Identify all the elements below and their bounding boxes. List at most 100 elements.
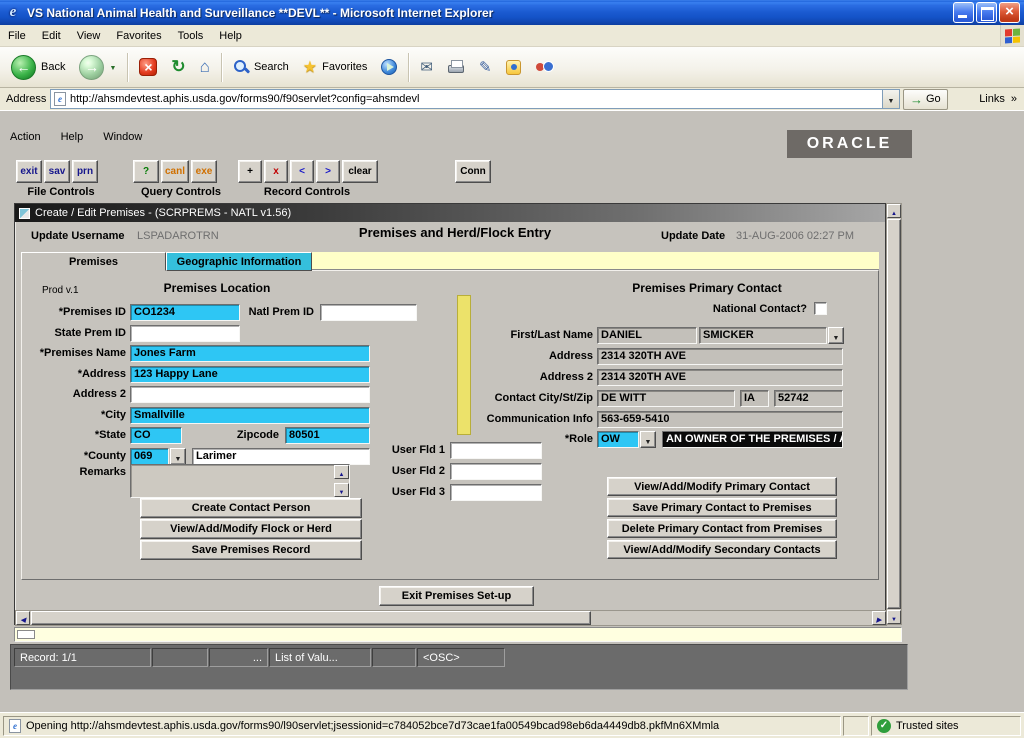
tab-geographic-information[interactable]: Geographic Information: [166, 252, 312, 271]
create-contact-person-button[interactable]: Create Contact Person: [140, 498, 362, 518]
scroll-right-button[interactable]: [872, 611, 886, 625]
scroll-up-button[interactable]: [334, 465, 349, 479]
exit-premises-setup-button[interactable]: Exit Premises Set-up: [379, 586, 534, 606]
user-fld-2-field[interactable]: [450, 463, 542, 480]
view-add-modify-primary-contact-button[interactable]: View/Add/Modify Primary Contact: [607, 477, 837, 496]
print-form-button[interactable]: prn: [72, 160, 98, 183]
contact-name-dropdown-button[interactable]: [828, 327, 844, 344]
address-input[interactable]: http://ahsmdevtest.aphis.usda.gov/forms9…: [50, 89, 900, 109]
close-button[interactable]: [999, 2, 1020, 23]
toolbar-separator: [221, 53, 222, 82]
delete-record-button[interactable]: x: [264, 160, 288, 183]
delete-primary-contact-button[interactable]: Delete Primary Contact from Premises: [607, 519, 837, 538]
links-chevron-icon[interactable]: »: [1011, 93, 1017, 105]
back-button[interactable]: Back: [5, 52, 71, 83]
minimize-button[interactable]: [953, 2, 974, 23]
view-add-modify-flock-button[interactable]: View/Add/Modify Flock or Herd: [140, 519, 362, 539]
state-field[interactable]: CO: [130, 427, 182, 444]
contact-zip-field[interactable]: 52742: [774, 390, 843, 407]
menu-edit[interactable]: Edit: [34, 27, 69, 45]
list-of-values-indicator: List of Valu...: [269, 648, 371, 667]
view-add-modify-secondary-contacts-button[interactable]: View/Add/Modify Secondary Contacts: [607, 540, 837, 559]
save-button[interactable]: sav: [44, 160, 70, 183]
remarks-textarea[interactable]: [130, 464, 350, 498]
communication-info-field[interactable]: 563-659-5410: [597, 411, 843, 428]
status-segment: [372, 648, 416, 667]
premises-id-field[interactable]: CO1234: [130, 304, 240, 321]
vertical-scrollbar[interactable]: [886, 203, 902, 625]
role-description-field[interactable]: AN OWNER OF THE PREMISES / AI: [662, 431, 843, 448]
messenger-button[interactable]: [500, 57, 527, 78]
address2-field[interactable]: [130, 386, 370, 403]
menu-help[interactable]: Help: [211, 27, 250, 45]
record-count: Record: 1/1: [14, 648, 151, 667]
oracle-menu-help[interactable]: Help: [61, 131, 84, 143]
horizontal-scrollbar[interactable]: [15, 610, 887, 626]
oracle-menu-action[interactable]: Action: [10, 131, 41, 143]
tab-premises[interactable]: Premises: [21, 252, 166, 271]
save-primary-contact-button[interactable]: Save Primary Contact to Premises: [607, 498, 837, 517]
forward-button[interactable]: [73, 52, 122, 83]
last-name-field[interactable]: SMICKER: [699, 327, 827, 344]
go-button[interactable]: Go: [903, 89, 948, 110]
stop-button[interactable]: [133, 55, 163, 79]
scroll-up-button[interactable]: [887, 204, 901, 218]
previous-record-button[interactable]: <: [290, 160, 314, 183]
menu-view[interactable]: View: [69, 27, 109, 45]
clear-record-button[interactable]: clear: [342, 160, 378, 183]
contact-address-field[interactable]: 2314 320TH AVE: [597, 348, 843, 365]
horizontal-scroll-thumb[interactable]: [31, 611, 591, 625]
messenger-icon: [506, 60, 521, 75]
address-field[interactable]: 123 Happy Lane: [130, 366, 370, 383]
discuss-button[interactable]: [529, 57, 558, 77]
role-code-field[interactable]: OW: [597, 431, 639, 448]
address-dropdown-button[interactable]: [882, 90, 899, 108]
links-label[interactable]: Links: [979, 93, 1005, 105]
contact-address2-field[interactable]: 2314 320TH AVE: [597, 369, 843, 386]
national-contact-checkbox[interactable]: [814, 302, 827, 315]
menu-tools[interactable]: Tools: [170, 27, 212, 45]
scroll-down-button[interactable]: [887, 610, 901, 624]
home-button[interactable]: [194, 54, 216, 80]
conn-button[interactable]: Conn: [455, 160, 491, 183]
enter-query-button[interactable]: ?: [133, 160, 159, 183]
first-name-field[interactable]: DANIEL: [597, 327, 697, 344]
user-fld-3-field[interactable]: [450, 484, 542, 501]
execute-query-button[interactable]: exe: [191, 160, 217, 183]
remarks-scrollbar[interactable]: [334, 465, 349, 497]
edit-button[interactable]: [473, 55, 498, 79]
contact-address2-label: Address 2: [448, 371, 593, 383]
county-code-field[interactable]: 069: [130, 448, 169, 465]
address-url: http://ahsmdevtest.aphis.usda.gov/forms9…: [70, 93, 878, 105]
update-username-label: Update Username: [31, 230, 125, 242]
scroll-down-button[interactable]: [334, 483, 349, 497]
natl-prem-id-field[interactable]: [320, 304, 417, 321]
print-button[interactable]: [441, 57, 471, 77]
cancel-query-button[interactable]: canl: [161, 160, 189, 183]
contact-state-field[interactable]: IA: [740, 390, 769, 407]
state-prem-id-field[interactable]: [130, 325, 240, 342]
county-dropdown-button[interactable]: [170, 448, 186, 465]
oracle-logo-text: ORACLE: [807, 135, 893, 153]
premises-primary-contact-heading: Premises Primary Contact: [562, 281, 852, 295]
role-dropdown-button[interactable]: [640, 431, 656, 448]
contact-city-field[interactable]: DE WITT: [597, 390, 735, 407]
vertical-scroll-thumb[interactable]: [887, 219, 901, 609]
city-field[interactable]: Smallville: [130, 407, 370, 424]
insert-record-button[interactable]: +: [238, 160, 262, 183]
favorites-button[interactable]: Favorites: [297, 54, 374, 80]
scroll-left-button[interactable]: [16, 611, 30, 625]
search-button[interactable]: Search: [227, 56, 295, 78]
maximize-button[interactable]: [976, 2, 997, 23]
premises-name-field[interactable]: Jones Farm: [130, 345, 370, 362]
media-button[interactable]: [375, 56, 403, 78]
save-premises-record-button[interactable]: Save Premises Record: [140, 540, 362, 560]
next-record-button[interactable]: >: [316, 160, 340, 183]
exit-button[interactable]: exit: [16, 160, 42, 183]
menu-file[interactable]: File: [0, 27, 34, 45]
oracle-menu-window[interactable]: Window: [103, 131, 142, 143]
refresh-button[interactable]: [165, 54, 191, 80]
mail-button[interactable]: [414, 55, 439, 79]
menu-favorites[interactable]: Favorites: [108, 27, 169, 45]
zipcode-field[interactable]: 80501: [285, 427, 370, 444]
